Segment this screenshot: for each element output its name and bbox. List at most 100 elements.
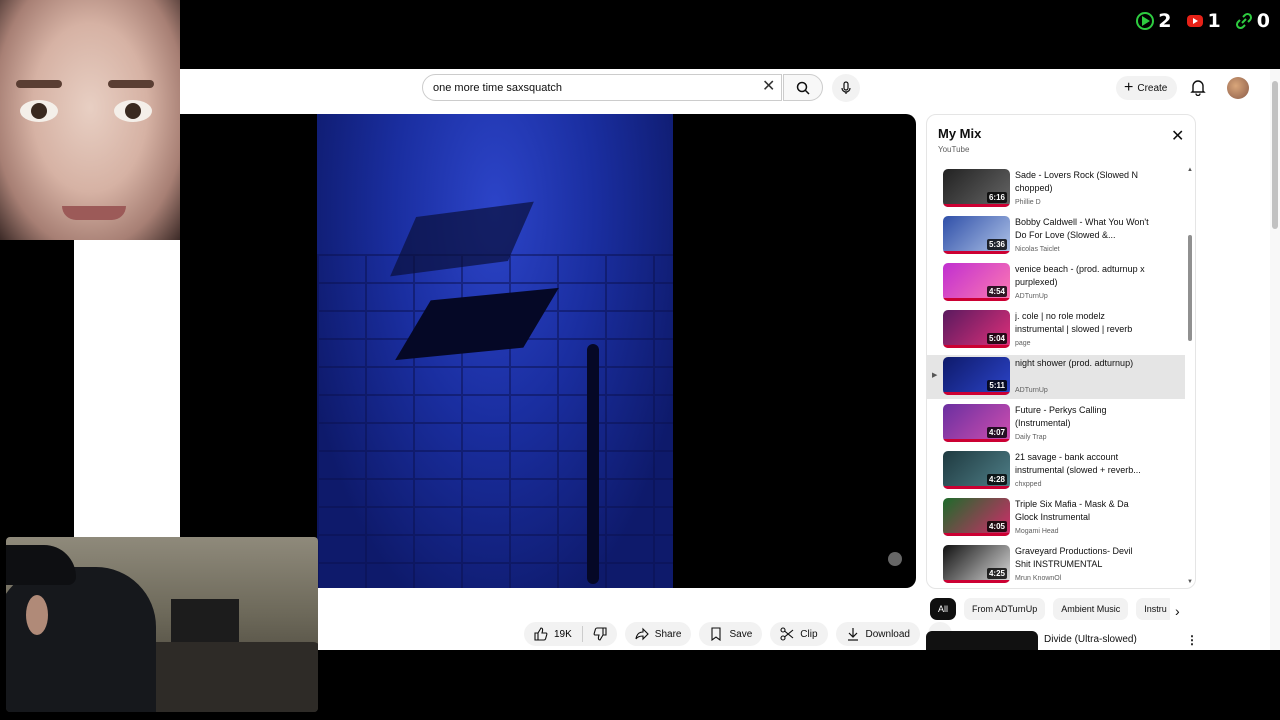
bookmark-icon: [711, 627, 722, 641]
filter-chip[interactable]: Ambient Music: [1053, 598, 1129, 620]
playlist-item-title[interactable]: 21 savage - bank account instrumental (s…: [1015, 451, 1150, 477]
webcam-overlay-face: [0, 0, 180, 240]
playlist-item-thumbnail[interactable]: 4:25: [943, 545, 1010, 583]
scroll-up-icon[interactable]: ▲: [1187, 167, 1193, 173]
watched-progress-bar: [943, 533, 1010, 536]
playlist-item-duration: 5:36: [986, 239, 1007, 250]
watched-progress-bar: [943, 580, 1010, 583]
viewers-count: 2: [1158, 10, 1172, 32]
chevron-right-icon[interactable]: ›: [1175, 604, 1180, 618]
watched-progress-bar: [943, 298, 1010, 301]
playlist-item-thumbnail[interactable]: 4:54: [943, 263, 1010, 301]
close-icon[interactable]: ✕: [1171, 129, 1184, 145]
filter-chip[interactable]: All: [930, 598, 957, 620]
thumbs-down-icon: [593, 627, 607, 641]
playlist-item[interactable]: 4:28 21 savage - bank account instrumenta…: [927, 449, 1185, 493]
browser-page-edge: [74, 240, 180, 540]
playlist-item-channel: Nicolas Taiclet: [1015, 246, 1060, 253]
playlist-item-channel: chxpped: [1015, 481, 1042, 488]
watched-progress-bar: [943, 439, 1010, 442]
playlist-item-duration: 4:28: [986, 474, 1007, 485]
stream-stats: 2 1 0: [1136, 10, 1270, 32]
clear-search-icon[interactable]: ✕: [762, 78, 775, 96]
face-brow-left: [16, 80, 62, 88]
save-label: Save: [729, 628, 753, 640]
streamer-ear: [26, 595, 48, 635]
face-mouth: [62, 206, 126, 220]
filter-chips: All From ADTurnUp Ambient Music Instru: [930, 598, 1170, 620]
playlist-item-channel: Mrun KnownOl: [1015, 575, 1062, 582]
link-count: 0: [1256, 10, 1270, 32]
recommendation-menu-icon[interactable]: ⋮: [1186, 633, 1198, 647]
youtube-stat: 1: [1186, 10, 1221, 32]
playlist-item-title[interactable]: Future - Perkys Calling (Instrumental): [1015, 404, 1150, 430]
playlist-item-title[interactable]: Triple Six Mafia - Mask & Da Glock Instr…: [1015, 498, 1150, 524]
playlist-item-thumbnail[interactable]: 4:07: [943, 404, 1010, 442]
playlist-item-channel: Phillie D: [1015, 199, 1041, 206]
search-input-value: one more time saxsquatch: [433, 81, 563, 94]
video-player[interactable]: [180, 114, 916, 588]
watched-progress-bar: [943, 486, 1010, 489]
playlist-item-duration: 4:54: [986, 286, 1007, 297]
clip-label: Clip: [800, 628, 818, 640]
scroll-down-icon[interactable]: ▼: [1187, 579, 1193, 585]
playlist-item-title[interactable]: j. cole | no role modelz instrumental | …: [1015, 310, 1150, 336]
youtube-logo-icon: [1186, 15, 1203, 27]
playlist-item[interactable]: 4:54 venice beach - (prod. adturnup x pur…: [927, 261, 1185, 305]
bell-icon: [1190, 80, 1206, 97]
youtube-header: one more time saxsquatch ✕ + Create: [180, 69, 1270, 107]
mix-scroll-thumb[interactable]: [1188, 235, 1192, 341]
playlist-item-title[interactable]: night shower (prod. adturnup): [1015, 357, 1150, 370]
save-button[interactable]: Save: [699, 622, 763, 646]
webcam-overlay-room: [6, 537, 318, 712]
like-button[interactable]: 19K: [524, 627, 582, 641]
playlist-item[interactable]: 5:36 Bobby Caldwell - What You Won't Do F…: [927, 214, 1185, 258]
share-button[interactable]: Share: [624, 622, 692, 646]
playlist-item-duration: 4:05: [986, 521, 1007, 532]
notifications-button[interactable]: [1190, 78, 1206, 101]
playlist-item[interactable]: 4:05 Triple Six Mafia - Mask & Da Glock I…: [927, 496, 1185, 540]
voice-search-button[interactable]: [832, 74, 860, 102]
mix-scrollbar[interactable]: ▲ ▼: [1187, 167, 1193, 587]
viewers-stat: 2: [1136, 10, 1172, 32]
playlist-item-thumbnail[interactable]: 6:16: [943, 169, 1010, 207]
recommendation-thumbnail[interactable]: [926, 631, 1038, 650]
dislike-button[interactable]: [583, 627, 617, 641]
download-label: Download: [865, 628, 910, 640]
playlist-item[interactable]: 4:07 Future - Perkys Calling (Instrumenta…: [927, 402, 1185, 446]
thumbs-up-icon: [534, 627, 548, 641]
page-scrollbar[interactable]: [1270, 69, 1280, 650]
playlist-item-thumbnail[interactable]: 5:11: [943, 357, 1010, 395]
watched-progress-bar: [943, 204, 1010, 207]
search-button[interactable]: [783, 74, 823, 101]
download-icon: [847, 628, 858, 641]
share-label: Share: [654, 628, 682, 640]
playlist-item[interactable]: 5:04 j. cole | no role modelz instrumenta…: [927, 308, 1185, 352]
recommendation-title[interactable]: Divide (Ultra-slowed): [1044, 634, 1137, 645]
mix-title: My Mix: [938, 126, 982, 141]
streamer-cap: [6, 545, 76, 585]
filter-chip[interactable]: Instru: [1136, 598, 1170, 620]
download-button[interactable]: Download: [835, 622, 920, 646]
create-button[interactable]: + Create: [1116, 76, 1178, 100]
face-brow-right: [108, 80, 154, 88]
playlist-item[interactable]: ▶ 5:11 night shower (prod. adturnup) ADTurn…: [927, 355, 1185, 399]
channel-watermark-icon[interactable]: [888, 552, 902, 566]
search-input[interactable]: one more time saxsquatch: [422, 74, 782, 101]
playlist-item-title[interactable]: venice beach - (prod. adturnup x purplex…: [1015, 263, 1150, 289]
now-playing-icon: ▶: [932, 372, 938, 379]
playlist-item-title[interactable]: Bobby Caldwell - What You Won't Do For L…: [1015, 216, 1150, 242]
filter-chip[interactable]: From ADTurnUp: [964, 598, 1046, 620]
page-scroll-thumb[interactable]: [1272, 81, 1278, 229]
room-couch: [146, 642, 318, 712]
clip-button[interactable]: Clip: [770, 622, 828, 646]
playlist-item-thumbnail[interactable]: 4:05: [943, 498, 1010, 536]
playlist-item-thumbnail[interactable]: 5:04: [943, 310, 1010, 348]
playlist-item[interactable]: 4:25 Graveyard Productions- Devil Shit IN…: [927, 543, 1185, 587]
playlist-item-title[interactable]: Sade - Lovers Rock (Slowed N chopped): [1015, 169, 1150, 195]
playlist-item-title[interactable]: Graveyard Productions- Devil Shit INSTRU…: [1015, 545, 1150, 571]
playlist-item-thumbnail[interactable]: 5:36: [943, 216, 1010, 254]
account-avatar[interactable]: [1227, 77, 1249, 99]
playlist-item[interactable]: 6:16 Sade - Lovers Rock (Slowed N chopped…: [927, 167, 1185, 211]
playlist-item-thumbnail[interactable]: 4:28: [943, 451, 1010, 489]
